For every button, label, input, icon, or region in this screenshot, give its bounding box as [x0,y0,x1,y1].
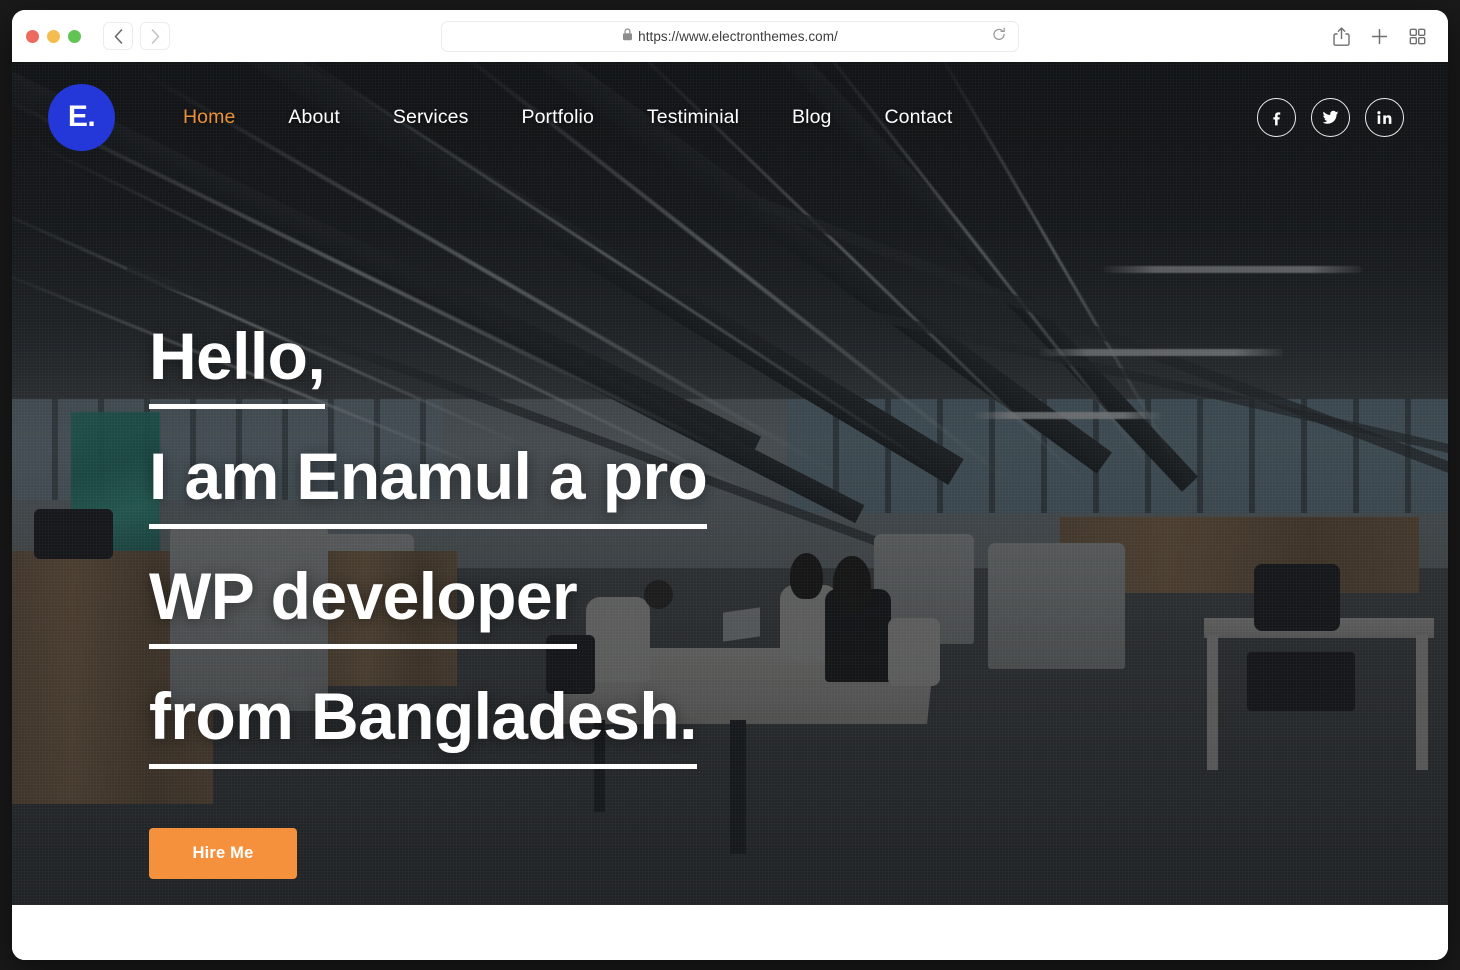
hero-headline-line-1: Hello, [149,310,326,410]
site-header: E. Home About Services Portfolio Testimi… [12,62,1448,172]
share-button[interactable] [1326,22,1356,50]
hero-headline-line-3: WP developer [149,550,578,650]
minimize-window-button[interactable] [47,29,60,43]
hero-headline: Hello, I am Enamul a pro WP developer fr… [149,310,708,770]
reload-icon[interactable] [992,27,1006,45]
plus-icon [1371,28,1387,44]
share-icon [1332,26,1350,46]
site-logo[interactable]: E. [48,83,115,151]
toolbar-right-actions [1326,22,1432,50]
nav-item-testiminial[interactable]: Testiminial [647,106,739,129]
address-bar[interactable]: https://www.electronthemes.com/ [441,20,1019,52]
twitter-link[interactable] [1311,97,1350,137]
tab-grid-icon [1409,28,1425,44]
tab-overview-button[interactable] [1402,22,1432,50]
nav-item-portfolio[interactable]: Portfolio [521,106,593,129]
hero-section: E. Home About Services Portfolio Testimi… [12,62,1448,905]
hire-me-button[interactable]: Hire Me [149,828,297,880]
page-viewport: E. Home About Services Portfolio Testimi… [12,62,1448,960]
url-text: https://www.electronthemes.com/ [638,28,838,44]
window-controls [26,29,81,43]
lock-icon [622,28,633,44]
chevron-right-icon [151,28,159,44]
social-links [1257,97,1404,137]
nav-item-services[interactable]: Services [393,106,469,129]
address-bar-container: https://www.electronthemes.com/ [441,20,1019,52]
linkedin-icon [1377,110,1392,124]
twitter-icon [1322,110,1339,124]
linkedin-link[interactable] [1365,97,1404,137]
facebook-link[interactable] [1257,97,1296,137]
main-navigation: Home About Services Portfolio Testiminia… [183,106,952,129]
site-logo-text: E. [67,100,96,133]
back-button[interactable] [103,22,133,50]
hero-content: Hello, I am Enamul a pro WP developer fr… [149,310,708,880]
chevron-left-icon [114,28,122,44]
navigation-buttons [103,22,170,50]
forward-button[interactable] [140,22,170,50]
nav-item-about[interactable]: About [288,106,339,129]
hero-headline-line-4: from Bangladesh. [149,670,697,770]
close-window-button[interactable] [26,29,39,43]
browser-toolbar: https://www.electronthemes.com/ [12,10,1448,62]
zoom-window-button[interactable] [68,29,81,43]
new-tab-button[interactable] [1364,22,1394,50]
nav-item-home[interactable]: Home [183,106,235,129]
facebook-icon [1273,111,1281,125]
browser-window: https://www.electronthemes.com/ E. Home … [12,10,1448,960]
below-fold-section [12,905,1448,960]
nav-item-contact[interactable]: Contact [884,106,952,129]
hero-headline-line-2: I am Enamul a pro [149,430,708,530]
nav-item-blog[interactable]: Blog [792,106,831,129]
